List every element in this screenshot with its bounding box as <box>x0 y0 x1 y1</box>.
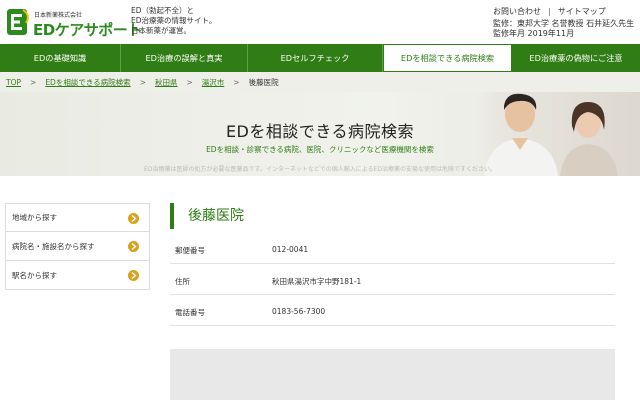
breadcrumb-prefecture[interactable]: 秋田県 <box>155 77 178 88</box>
sidebar-item-search-by-region[interactable]: 地域から探す <box>5 203 150 232</box>
site-tagline: ED（勃起不全）と ED治療薬の情報サイト。 日本新薬が運営。 <box>131 6 241 36</box>
supervisor-name: 監修：東邦大学 名誉教授 石井延久先生 <box>493 19 635 28</box>
nav-item-self-check[interactable]: EDセルフチェック <box>248 44 383 72</box>
clinic-info-table: 郵便番号 012-0041 住所 秋田県湯沢市字中野181-1 電話番号 018… <box>170 233 615 326</box>
breadcrumb-separator: > <box>186 77 193 87</box>
chevron-right-icon <box>128 213 139 224</box>
hero-subtitle: EDを相談・診察できる病院、医院、クリニックなど医療機関を検索 <box>206 145 434 154</box>
breadcrumb-separator: > <box>30 77 37 87</box>
link-separator: | <box>548 7 551 16</box>
info-row-postal-code: 郵便番号 012-0041 <box>170 233 615 264</box>
hero-title: EDを相談できる病院検索 <box>225 122 415 141</box>
tagline-line: 日本新薬が運営。 <box>131 26 191 35</box>
breadcrumb: TOP > EDを相談できる病院検索 > 秋田県 > 湯沢市 > 後藤医院 <box>0 72 640 92</box>
sidebar-item-search-by-station[interactable]: 駅名から探す <box>5 261 150 290</box>
chevron-right-icon <box>128 270 139 281</box>
site-logo[interactable]: 日本新薬株式会社 EDケアサポート <box>5 6 142 39</box>
hero-disclaimer: ED治療薬は医師の処方が必要な医薬品です。インターネットなどでの個人輸入によるE… <box>144 166 496 173</box>
tagline-line: ED治療薬の情報サイト。 <box>131 16 217 25</box>
clinic-map[interactable] <box>170 349 615 400</box>
sidebar-item-label: 病院名・施設名から探す <box>12 241 95 251</box>
site-header: 日本新薬株式会社 EDケアサポート ED（勃起不全）と ED治療薬の情報サイト。… <box>0 0 640 44</box>
contact-link[interactable]: お問い合わせ <box>493 7 541 16</box>
top-links: お問い合わせ | サイトマップ <box>493 6 606 17</box>
breadcrumb-top[interactable]: TOP <box>6 78 21 87</box>
sidebar-item-label: 地域から探す <box>12 213 57 222</box>
info-row-address: 住所 秋田県湯沢市字中野181-1 <box>170 264 615 295</box>
breadcrumb-separator: > <box>139 77 146 87</box>
nav-item-counterfeit[interactable]: ED治療薬の偽物にご注意 <box>512 44 640 72</box>
breadcrumb-current: 後藤医院 <box>248 77 279 87</box>
global-nav: EDの基礎知識 ED治療の誤解と真実 EDセルフチェック EDを相談できる病院検… <box>0 44 640 72</box>
logo-site-name: EDケアサポート <box>33 21 142 39</box>
info-value: 秋田県湯沢市字中野181-1 <box>272 277 362 286</box>
nav-item-basics[interactable]: EDの基礎知識 <box>0 44 121 72</box>
logo-company-name: 日本新薬株式会社 <box>34 12 83 19</box>
clinic-name: 後藤医院 <box>170 203 615 229</box>
tagline-line: ED（勃起不全）と <box>131 6 195 15</box>
logo-mark-icon <box>7 9 29 35</box>
search-sidebar: 地域から探す 病院名・施設名から探す 駅名から探す <box>5 203 150 290</box>
info-label: 電話番号 <box>175 308 205 317</box>
info-label: 住所 <box>175 277 190 286</box>
clinic-detail: 後藤医院 郵便番号 012-0041 住所 秋田県湯沢市字中野181-1 電話番… <box>170 203 615 326</box>
hero-banner: EDを相談できる病院検索 EDを相談・診察できる病院、医院、クリニックなど医療機… <box>0 92 640 176</box>
nav-item-hospital-search[interactable]: EDを相談できる病院検索 <box>383 44 512 72</box>
info-value: 012-0041 <box>272 245 309 254</box>
sitemap-link[interactable]: サイトマップ <box>558 7 606 16</box>
supervisor-info: 監修：東邦大学 名誉教授 石井延久先生 監修年月 2019年11月 <box>493 19 634 39</box>
supervision-date: 監修年月 2019年11月 <box>493 29 575 38</box>
chevron-right-icon <box>128 241 139 252</box>
info-row-phone: 電話番号 0183-56-7300 <box>170 295 615 326</box>
sidebar-item-label: 駅名から探す <box>12 270 57 280</box>
info-label: 郵便番号 <box>175 246 205 255</box>
nav-item-misconceptions[interactable]: ED治療の誤解と真実 <box>121 44 248 72</box>
breadcrumb-city[interactable]: 湯沢市 <box>202 77 225 88</box>
sidebar-item-search-by-name[interactable]: 病院名・施設名から探す <box>5 232 150 261</box>
breadcrumb-hospital-search[interactable]: EDを相談できる病院検索 <box>45 77 130 88</box>
breadcrumb-separator: > <box>233 77 240 87</box>
info-value[interactable]: 0183-56-7300 <box>272 307 325 316</box>
